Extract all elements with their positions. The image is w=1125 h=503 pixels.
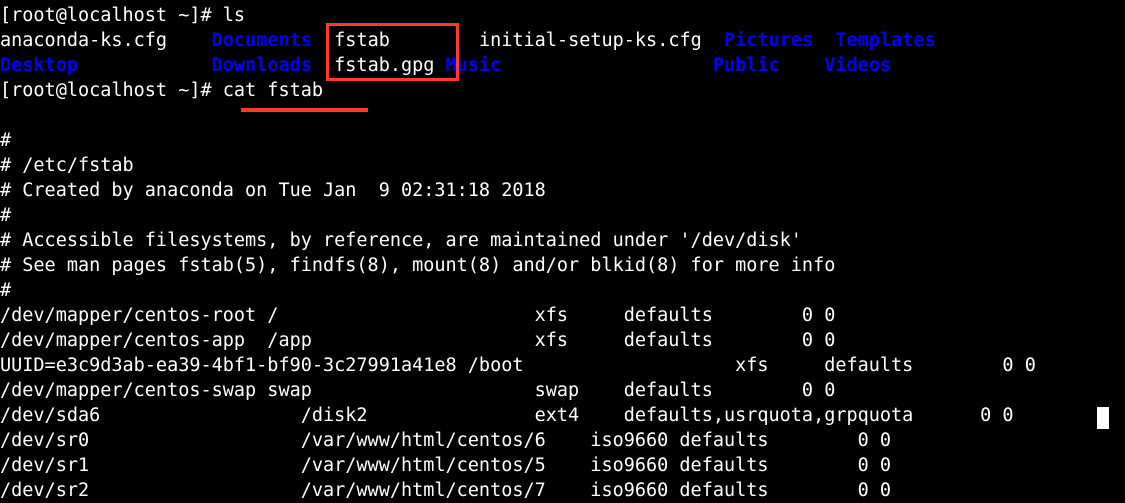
terminal-line-ls-row-1: anaconda-ks.cfg Documents fstab initial-… <box>0 28 1125 53</box>
fstab-comment-line: # See man pages fstab(5), findfs(8), mou… <box>0 255 836 276</box>
fstab-entry-row: /dev/sr2 /var/www/html/centos/7 iso9660 … <box>0 480 892 501</box>
fstab-entry-row: /dev/mapper/centos-app /app xfs defaults… <box>0 330 836 351</box>
ls-item-fstab[interactable]: fstab <box>334 30 390 51</box>
fstab-comment-line: # <box>0 130 12 151</box>
fstab-comment-line: # <box>0 205 12 226</box>
shell-prompt-2: [root@localhost ~]# cat fstab <box>0 80 324 101</box>
ls-item-music[interactable]: Music <box>446 55 502 76</box>
shell-prompt-1: [root@localhost ~]# ls <box>0 5 246 26</box>
ls-item-videos[interactable]: Videos <box>824 55 891 76</box>
ls-item-public[interactable]: Public <box>713 55 780 76</box>
fstab-entry-row: /dev/sda6 /disk2 ext4 defaults,usrquota,… <box>0 405 1014 426</box>
ls-item-pictures[interactable]: Pictures <box>724 30 813 51</box>
fstab-entry-row: /dev/sr0 /var/www/html/centos/6 iso9660 … <box>0 430 892 451</box>
ls-item-templates[interactable]: Templates <box>835 30 935 51</box>
terminal-window[interactable]: [root@localhost ~]# ls anaconda-ks.cfg D… <box>0 0 1125 503</box>
fstab-comment-line: # Created by anaconda on Tue Jan 9 02:31… <box>0 180 546 201</box>
ls-item-documents[interactable]: Documents <box>212 30 312 51</box>
terminal-line-ls-row-2: Desktop Downloads fstab.gpg Music Public… <box>0 53 1125 78</box>
ls-item-initial-setup-ks-cfg[interactable]: initial-setup-ks.cfg <box>479 30 702 51</box>
terminal-line-prompt-ls: [root@localhost ~]# ls <box>0 3 1125 28</box>
fstab-entry-row: /dev/sr1 /var/www/html/centos/5 iso9660 … <box>0 455 892 476</box>
fstab-comment-line: # <box>0 280 12 301</box>
ls-item-fstab-gpg[interactable]: fstab.gpg <box>334 55 434 76</box>
ls-item-desktop[interactable]: Desktop <box>0 55 78 76</box>
terminal-screen: [root@localhost ~]# ls anaconda-ks.cfg D… <box>0 3 1125 503</box>
terminal-line-prompt-cat: [root@localhost ~]# cat fstab <box>0 78 1125 103</box>
text-cursor <box>1097 407 1109 429</box>
ls-item-anaconda-ks-cfg[interactable]: anaconda-ks.cfg <box>0 30 167 51</box>
fstab-entry-row: /dev/mapper/centos-root / xfs defaults 0… <box>0 305 836 326</box>
ls-item-downloads[interactable]: Downloads <box>212 55 312 76</box>
fstab-entry-row: /dev/mapper/centos-swap swap swap defaul… <box>0 380 836 401</box>
fstab-comment-line: # Accessible filesystems, by reference, … <box>0 230 802 251</box>
fstab-entry-row: UUID=e3c9d3ab-ea39-4bf1-bf90-3c27991a41e… <box>0 355 1036 376</box>
fstab-comment-line: # /etc/fstab <box>0 155 134 176</box>
